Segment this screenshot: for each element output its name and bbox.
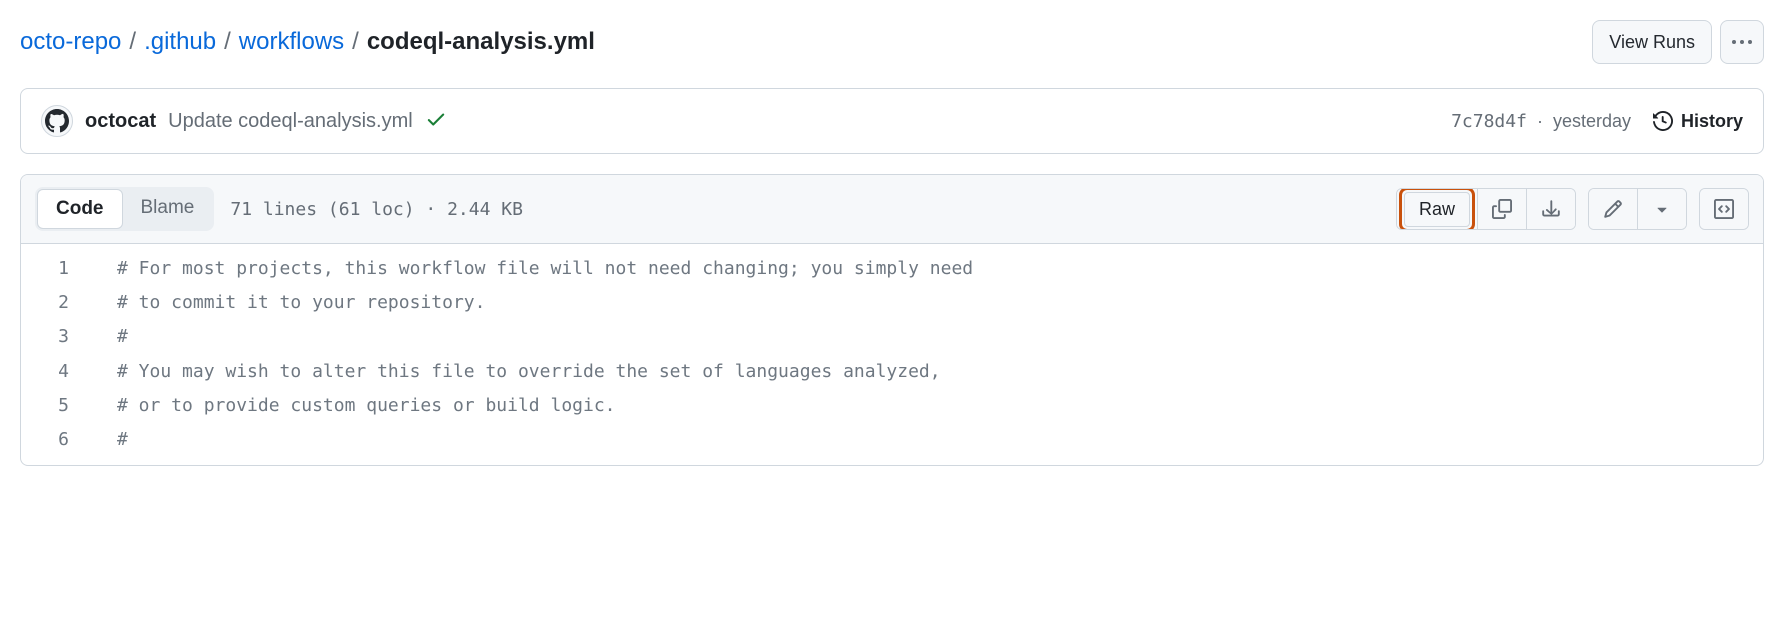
file-toolbar: Code Blame 71 lines (61 loc) · 2.44 KB R… (21, 175, 1763, 244)
status-check-icon[interactable] (425, 108, 447, 135)
line-content: # (101, 423, 128, 457)
code-content: 1# For most projects, this workflow file… (21, 244, 1763, 465)
line-number[interactable]: 3 (21, 320, 101, 354)
breadcrumb-repo[interactable]: octo-repo (20, 28, 121, 56)
download-icon (1541, 199, 1561, 219)
pencil-icon (1603, 199, 1623, 219)
history-link[interactable]: History (1653, 111, 1743, 132)
line-number[interactable]: 1 (21, 252, 101, 286)
commit-time: yesterday (1553, 111, 1631, 132)
commit-author[interactable]: octocat (85, 110, 156, 133)
toolbar-right: Raw (1396, 188, 1749, 230)
commit-info: octocat Update codeql-analysis.yml (41, 105, 447, 137)
code-line: 2# to commit it to your repository. (21, 286, 1763, 320)
avatar[interactable] (41, 105, 73, 137)
line-content: # (101, 320, 128, 354)
breadcrumb-separator: / (220, 28, 235, 56)
breadcrumb-separator: / (125, 28, 140, 56)
symbols-group (1699, 188, 1749, 230)
edit-dropdown[interactable] (1638, 189, 1686, 229)
toolbar-left: Code Blame 71 lines (61 loc) · 2.44 KB (35, 187, 523, 231)
code-line: 5# or to provide custom queries or build… (21, 389, 1763, 423)
breadcrumb-current: codeql-analysis.yml (367, 28, 595, 56)
edit-button[interactable] (1589, 189, 1638, 229)
line-content: # to commit it to your repository. (101, 286, 485, 320)
breadcrumb-github[interactable]: .github (144, 28, 216, 56)
commit-message[interactable]: Update codeql-analysis.yml (168, 110, 413, 133)
line-content: # You may wish to alter this file to ove… (101, 355, 941, 389)
tab-code[interactable]: Code (37, 189, 123, 229)
code-line: 3# (21, 320, 1763, 354)
line-number[interactable]: 6 (21, 423, 101, 457)
edit-group (1588, 188, 1687, 230)
chevron-down-icon (1652, 199, 1672, 219)
copy-button[interactable] (1478, 189, 1527, 229)
history-label: History (1681, 111, 1743, 132)
more-options-button[interactable] (1720, 20, 1764, 64)
file-info: 71 lines (61 loc) · 2.44 KB (230, 199, 523, 220)
code-line: 1# For most projects, this workflow file… (21, 252, 1763, 286)
raw-button-wrapper: Raw (1397, 189, 1478, 229)
line-number[interactable]: 2 (21, 286, 101, 320)
breadcrumb-workflows[interactable]: workflows (239, 28, 344, 56)
raw-button[interactable]: Raw (1404, 192, 1470, 227)
commit-sha[interactable]: 7c78d4f (1451, 111, 1527, 132)
copy-icon (1492, 199, 1512, 219)
symbols-button[interactable] (1700, 189, 1748, 229)
code-symbols-icon (1714, 199, 1734, 219)
history-icon (1653, 111, 1673, 131)
line-content: # or to provide custom queries or build … (101, 389, 616, 423)
raw-highlight-outline: Raw (1399, 188, 1475, 230)
code-blame-tabs: Code Blame (35, 187, 214, 231)
kebab-icon (1732, 40, 1752, 44)
download-button[interactable] (1527, 189, 1575, 229)
line-number[interactable]: 5 (21, 389, 101, 423)
breadcrumb-separator: / (348, 28, 363, 56)
dot-separator: · (1537, 111, 1543, 132)
commit-meta: 7c78d4f · yesterday History (1451, 111, 1743, 132)
raw-copy-download-group: Raw (1396, 188, 1576, 230)
code-line: 4# You may wish to alter this file to ov… (21, 355, 1763, 389)
line-content: # For most projects, this workflow file … (101, 252, 973, 286)
octocat-icon (45, 109, 69, 133)
line-number[interactable]: 4 (21, 355, 101, 389)
code-line: 6# (21, 423, 1763, 457)
header-actions: View Runs (1592, 20, 1764, 64)
latest-commit-box: octocat Update codeql-analysis.yml 7c78d… (20, 88, 1764, 154)
file-view: Code Blame 71 lines (61 loc) · 2.44 KB R… (20, 174, 1764, 466)
breadcrumb: octo-repo / .github / workflows / codeql… (20, 28, 595, 56)
view-runs-button[interactable]: View Runs (1592, 20, 1712, 64)
page-header: octo-repo / .github / workflows / codeql… (20, 20, 1764, 64)
tab-blame[interactable]: Blame (123, 189, 213, 229)
